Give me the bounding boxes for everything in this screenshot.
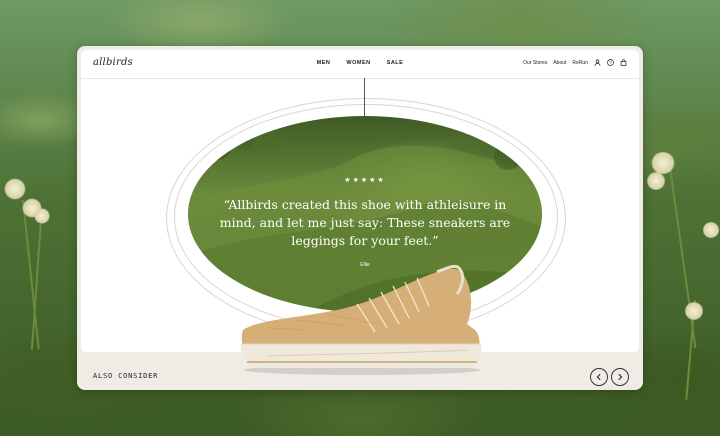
flower-decoration — [4, 178, 26, 200]
also-consider-label: ALSO CONSIDER — [93, 372, 159, 380]
testimonial-quote: “Allbirds created this shoe with athleis… — [219, 197, 511, 248]
nav-link-about[interactable]: About — [553, 60, 566, 66]
carousel-next-button[interactable] — [611, 368, 629, 386]
nav-link-rerun[interactable]: ReRun — [572, 60, 588, 66]
top-nav: allbirds MEN WOMEN SALE Our Stores About… — [81, 50, 639, 79]
chevron-left-icon — [596, 373, 601, 381]
nav-link-sale[interactable]: SALE — [387, 60, 404, 66]
rating-stars: ★★★★★ — [344, 177, 386, 184]
nav-link-men[interactable]: MEN — [317, 60, 331, 66]
carousel-prev-button[interactable] — [590, 368, 608, 386]
utility-nav: Our Stores About ReRun ? — [523, 59, 627, 66]
nav-link-women[interactable]: WOMEN — [346, 60, 370, 66]
account-icon[interactable] — [594, 59, 601, 66]
svg-text:?: ? — [609, 60, 612, 65]
connector-line — [364, 78, 365, 120]
browser-window: allbirds MEN WOMEN SALE Our Stores About… — [77, 46, 643, 390]
cart-icon[interactable] — [620, 59, 627, 66]
chevron-right-icon — [618, 373, 623, 381]
help-icon[interactable]: ? — [607, 59, 614, 66]
shoe-image[interactable] — [237, 258, 487, 378]
nav-link-our-stores[interactable]: Our Stores — [523, 60, 547, 66]
